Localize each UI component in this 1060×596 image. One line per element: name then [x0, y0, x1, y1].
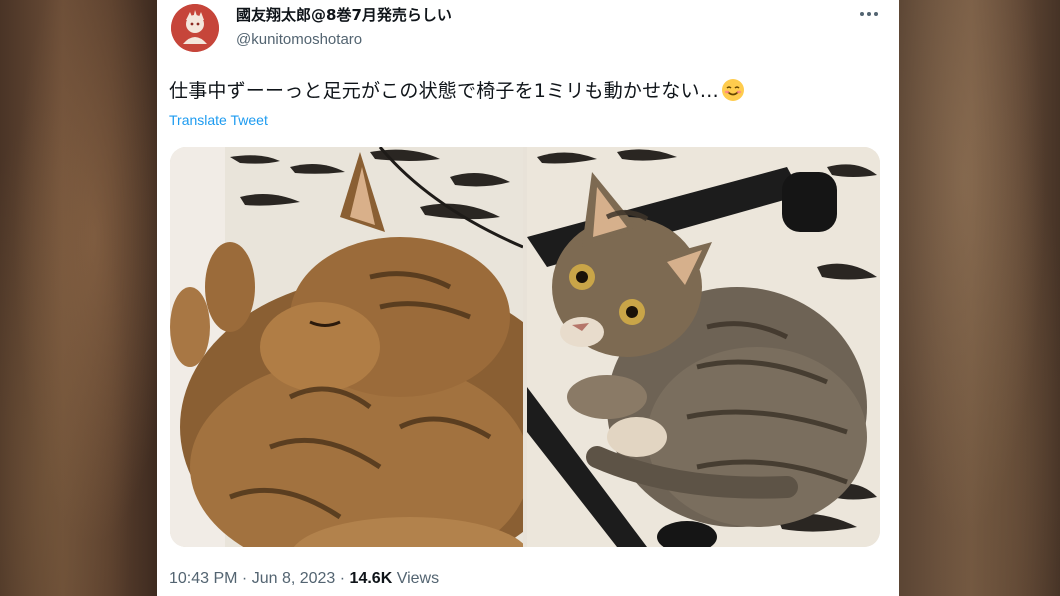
tweet-text: 仕事中ずーーっと足元がこの状態で椅子を1ミリも動かせない… — [169, 76, 745, 103]
tweet-time[interactable]: 10:43 PM — [169, 570, 237, 587]
cat-under-chair-photo[interactable] — [527, 147, 880, 547]
meta-separator: · — [237, 570, 252, 587]
tweet-media-grid — [170, 147, 880, 547]
avatar-illustration-icon — [171, 4, 219, 52]
blurred-backdrop-left — [0, 0, 157, 596]
translate-tweet-link[interactable]: Translate Tweet — [169, 112, 268, 128]
tweet-meta: 10:43 PM · Jun 8, 2023 · 14.6K Views — [169, 570, 439, 588]
author-avatar[interactable] — [171, 4, 219, 52]
blurred-backdrop-right — [899, 0, 1060, 596]
tweet-text-body: 仕事中ずーーっと足元がこの状態で椅子を1ミリも動かせない… — [169, 80, 719, 102]
meta-separator: · — [335, 570, 350, 587]
tweet-date[interactable]: Jun 8, 2023 — [252, 570, 336, 587]
sleeping-cat-photo[interactable] — [170, 147, 523, 547]
author-handle[interactable]: @kunitomoshotaro — [236, 31, 362, 48]
tweet-card: 國友翔太郎@8巻7月発売らしい @kunitomoshotaro 仕事中ずーーっ… — [157, 0, 899, 596]
views-label: Views — [392, 570, 440, 587]
views-count[interactable]: 14.6K — [350, 570, 393, 587]
smiling-face-icon — [721, 79, 744, 101]
author-display-name[interactable]: 國友翔太郎@8巻7月発売らしい — [236, 4, 452, 25]
more-options-icon[interactable] — [857, 4, 881, 24]
